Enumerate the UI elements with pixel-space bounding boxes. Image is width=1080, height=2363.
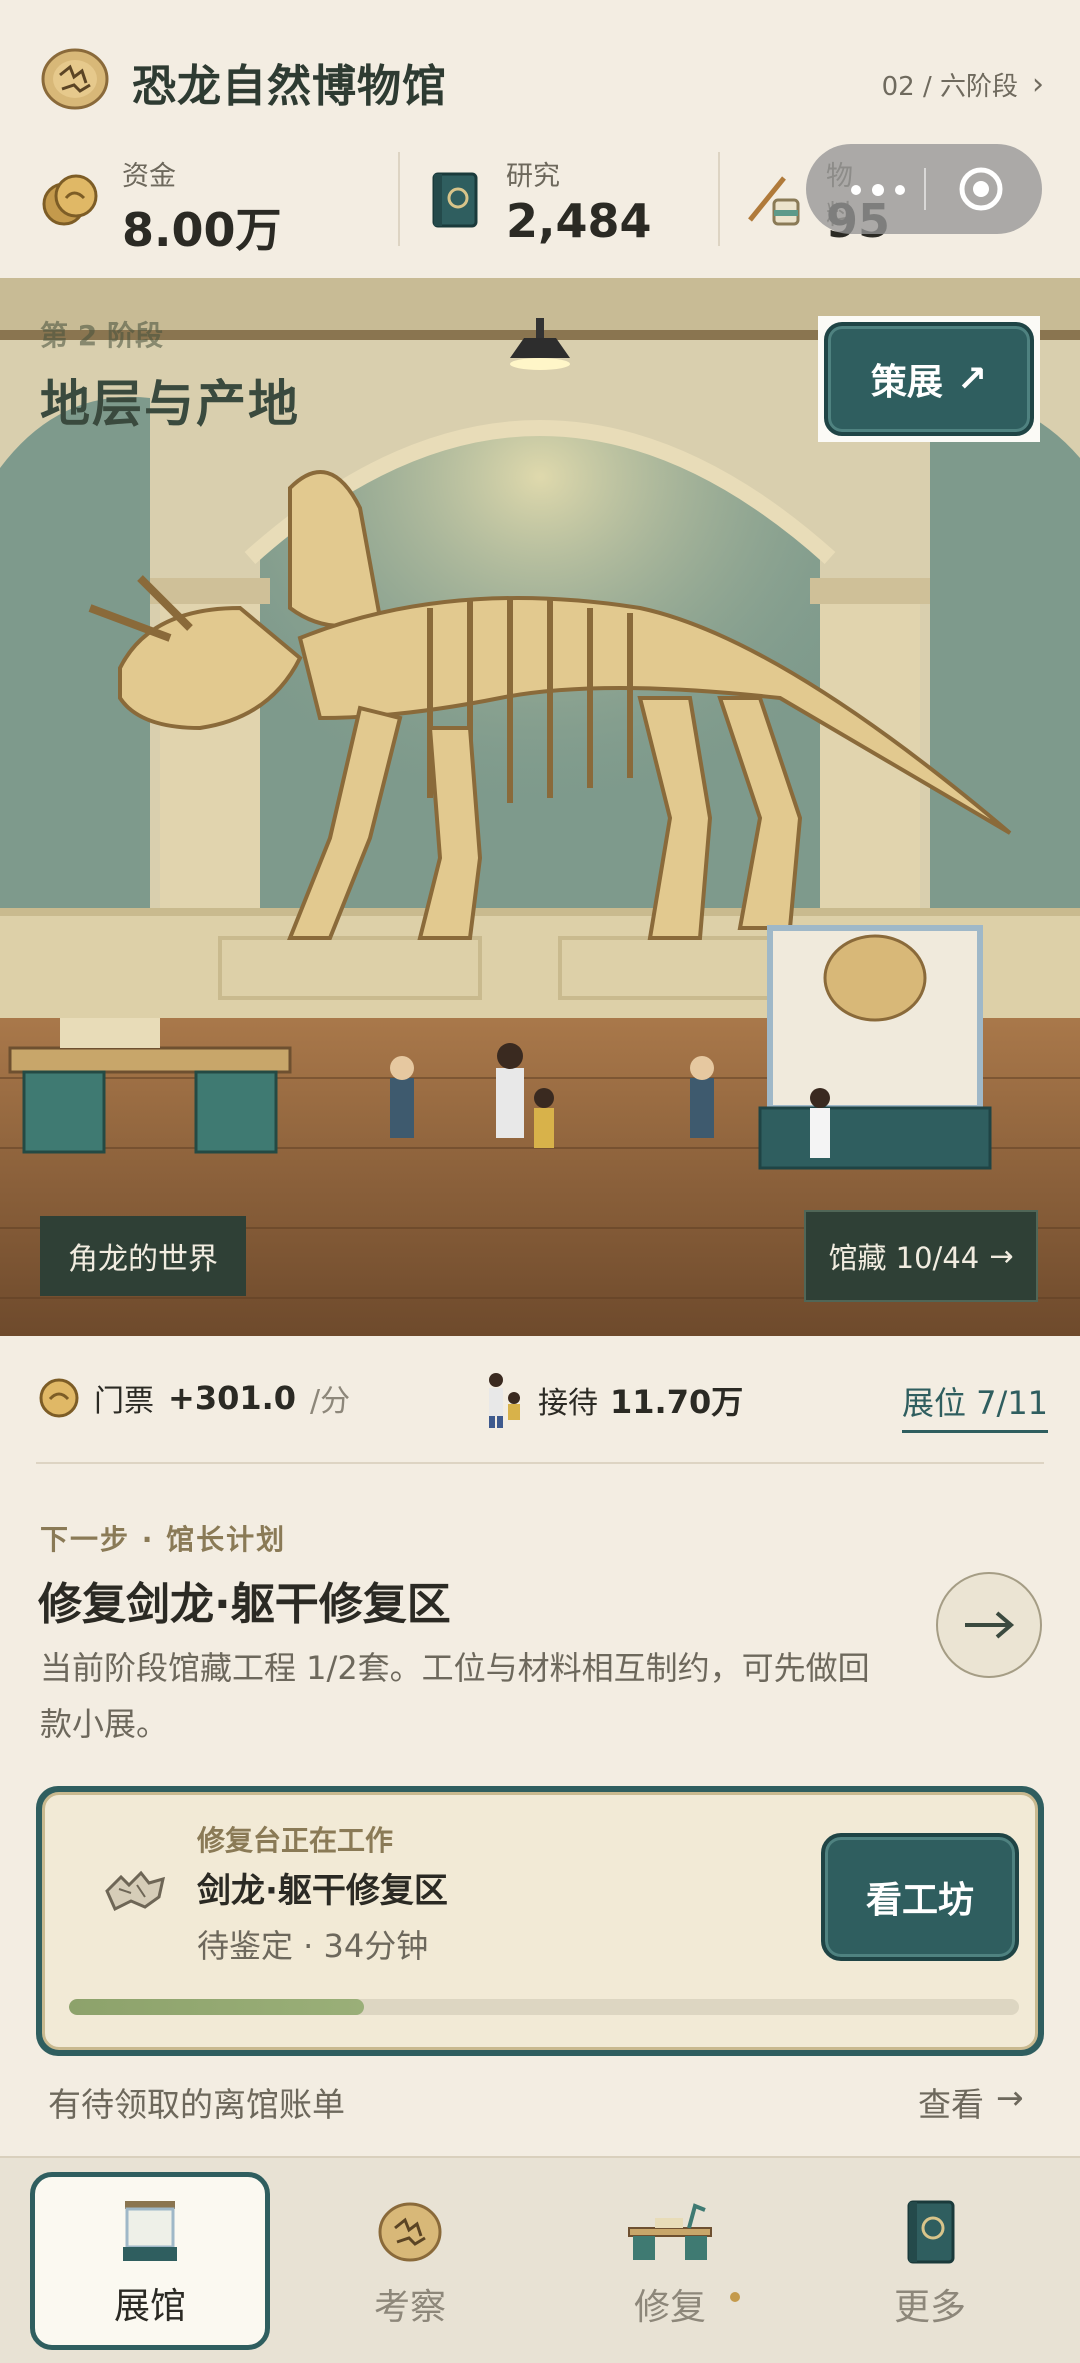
visit-value: 11.70万 [610, 1383, 744, 1421]
tab-label: 更多 [893, 2287, 966, 2328]
curate-label: 策展 [870, 362, 943, 403]
arrow-right-icon [965, 1611, 1015, 1639]
miniprogram-capsule [806, 144, 1042, 234]
bottom-tab-bar: 展馆 考察 修复 更多 [0, 2156, 1080, 2363]
ticket-income: 门票 +301.0 /分 [38, 1376, 350, 1420]
divider [398, 152, 400, 246]
capsule-divider [924, 168, 926, 210]
tab-restoration[interactable]: 修复 [550, 2172, 790, 2350]
tab-label: 修复 [633, 2287, 706, 2328]
booth-link[interactable]: 展位 7/11 [902, 1378, 1049, 1433]
workbench-icon [628, 2203, 712, 2260]
fossil-icon [378, 2202, 442, 2262]
chevron-right-icon: › [1032, 67, 1044, 102]
workshop-meta: 待鉴定 · 34分钟 [197, 1927, 429, 1965]
tab-exhibition[interactable]: 展馆 [30, 2172, 270, 2350]
arrow-right-icon: → [989, 1239, 1014, 1273]
research-book-icon [432, 172, 478, 228]
arrow-right-icon: → [996, 2078, 1024, 2117]
stats-row: 门票 +301.0 /分 接待 11.70万 展位 7/11 [0, 1336, 1080, 1466]
app-title: 恐龙自然博物馆 [132, 61, 447, 112]
display-case-icon [123, 2201, 177, 2261]
funds-resource: 资金 8.00万 [40, 150, 390, 257]
ticket-unit: /分 [310, 1384, 351, 1419]
arrow-up-right-icon: ↗ [956, 358, 988, 400]
view-bill-label: 查看 [918, 2085, 984, 2124]
collection-button[interactable]: 馆藏 10/44 → [804, 1210, 1038, 1302]
funds-label: 资金 [122, 161, 176, 192]
workshop-progress-bar [69, 1999, 1019, 2015]
next-step-label: 下一步 · 馆长计划 [40, 1523, 287, 1556]
coin-icon [42, 174, 98, 226]
divider [718, 152, 720, 246]
ammonite-fossil-icon [41, 48, 109, 110]
bone-fragment-icon [105, 1870, 166, 1912]
departure-bill-notice: 有待领取的离馆账单 [48, 2085, 345, 2124]
tab-label: 展馆 [113, 2286, 186, 2327]
workshop-progress-fill [69, 1999, 364, 2015]
visit-label: 接待 [538, 1386, 598, 1421]
divider [36, 1462, 1044, 1464]
next-step-description: 当前阶段馆藏工程 1/2套。工位与材料相互制约，可先做回款小展。 [40, 1649, 870, 1743]
tab-expedition[interactable]: 考察 [290, 2172, 530, 2350]
research-resource: 研究 2,484 [424, 150, 724, 250]
workshop-title: 剑龙·躯干修复区 [197, 1871, 448, 1911]
exhibit-name-tag[interactable]: 角龙的世界 [40, 1216, 246, 1296]
close-target-icon[interactable] [958, 166, 1004, 212]
collection-label: 馆藏 10/44 [828, 1241, 980, 1275]
view-bill-link[interactable]: 查看 → [918, 2078, 1024, 2126]
stage-progress-label: 02 / 六阶段 [881, 72, 1018, 102]
curate-button[interactable]: 策展 ↗ [818, 316, 1040, 442]
workshop-status-card: 修复台正在工作 剑龙·躯干修复区 待鉴定 · 34分钟 看工坊 [36, 1786, 1044, 2056]
next-step-go-button[interactable] [936, 1572, 1042, 1678]
book-icon [907, 2200, 955, 2264]
research-label: 研究 [506, 161, 560, 192]
ticket-value: +301.0 [168, 1379, 297, 1417]
research-value: 2,484 [506, 194, 652, 248]
curate-button-face: 策展 ↗ [824, 322, 1034, 436]
funds-value: 8.00万 [122, 203, 282, 257]
stage-name: 地层与产地 [40, 375, 300, 433]
ticket-label: 门票 [94, 1384, 154, 1419]
brush-jar-icon [748, 176, 800, 226]
coin-icon [39, 1378, 79, 1418]
stage-progress-link[interactable]: 02 / 六阶段 › [882, 66, 1044, 103]
next-step-title: 修复剑龙·躯干修复区 [38, 1579, 451, 1630]
stage-number: 第 2 阶段 [40, 319, 163, 352]
visitors-icon [489, 1373, 520, 1428]
workshop-subtitle: 修复台正在工作 [197, 1824, 394, 1857]
view-workshop-button[interactable]: 看工坊 [821, 1833, 1019, 1961]
tab-label: 考察 [373, 2287, 446, 2328]
tab-more[interactable]: 更多 [810, 2172, 1050, 2350]
workshop-card-body: 修复台正在工作 剑龙·躯干修复区 待鉴定 · 34分钟 看工坊 [42, 1792, 1038, 2050]
visitor-count: 接待 11.70万 [484, 1372, 743, 1428]
top-header: 恐龙自然博物馆 02 / 六阶段 › 资金 8.00万 研究 2,484 物料 … [0, 0, 1080, 278]
museum-hall-scene: 第 2 阶段 地层与产地 策展 ↗ 角龙的世界 馆藏 10/44 → [0, 278, 1080, 1336]
notification-dot [730, 2292, 740, 2302]
more-dots-icon[interactable] [848, 184, 908, 196]
